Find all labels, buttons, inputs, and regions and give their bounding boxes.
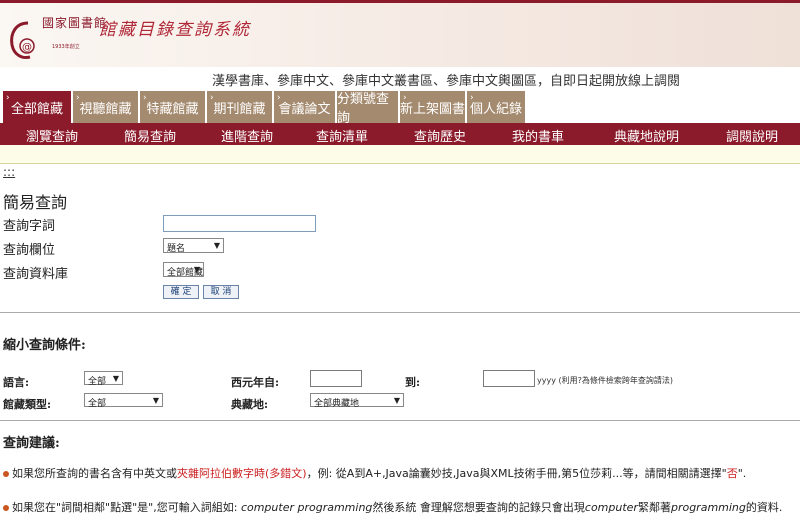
year-to-input[interactable] [483,370,535,387]
year-to-label: 到: [405,376,421,389]
svg-text:@: @ [22,42,32,53]
tip-example: programming [670,501,746,514]
dropdown-arrow-icon: ▼ [393,396,400,405]
tab-label: 特藏館藏 [146,101,199,117]
tab-label: 分類號查詢 [337,92,390,126]
narrow-conditions-title: 縮小查詢條件: [3,338,86,353]
tip-text: 如果您在"詞間相鄰"點選"是",您可輸入詞組如: [12,501,241,514]
tab-marker-icon: › [143,93,147,103]
tip-text: 然後系統 會理解您想要查詢的記錄只會出現 [372,501,585,514]
system-title: 館藏目錄查詢系統 [99,20,251,40]
query-label: 查詢字詞 [3,219,56,234]
tab-marker-icon: › [470,93,474,103]
tab-new-arrivals[interactable]: › 新上架圖書 [400,91,467,123]
tab-audiovisual[interactable]: › 視聽館藏 [73,91,140,123]
tip-text: 的資料. [745,501,783,514]
material-type-select-value: 全部 [88,399,107,409]
tab-marker-icon: › [76,93,80,103]
nav-book-cart[interactable]: 我的書車 [512,126,564,145]
section-divider [0,312,800,313]
collection-tabs: › 全部館藏 › 視聽館藏 › 特藏館藏 › 期刊館藏 › 會議論文 › 分類號查詢 › 新上… [3,91,527,126]
search-tips-title: 查詢建議: [3,436,60,451]
announcement-text: 漢學書庫、參庫中文、參庫中文叢書區、參庫中文輿圖區，自即日起開放線上調閱 [212,74,681,89]
tab-label: 期刊館藏 [213,101,266,117]
query-input[interactable] [163,215,316,232]
field-select[interactable]: 題名 ▼ [163,238,224,254]
year-from-label: 西元年自: [231,376,280,389]
location-select-value: 全部典藏地 [314,399,360,409]
simple-search-title: 簡易查詢 [3,193,68,212]
logo-name: 國家圖書館 [42,16,108,30]
database-label: 查詢資料庫 [3,267,69,282]
accesskey-link[interactable]: ::: [3,165,15,179]
year-format-hint: yyyy (利用?為條件檢索跨年查詢請法) [537,376,673,385]
nav-search-list[interactable]: 查詢清單 [316,126,368,145]
dropdown-arrow-icon: ▼ [152,396,159,405]
tip-text: 如果您所查詢的書名含有中英文或 [12,467,177,480]
material-type-label: 館藏類型: [3,398,52,411]
tab-personal-records[interactable]: › 個人紀錄 [467,91,527,123]
field-label: 查詢欄位 [3,243,56,258]
tip-example: computer [584,501,638,514]
field-select-value: 題名 [167,244,186,254]
tab-marker-icon: › [403,93,407,103]
database-select[interactable]: 全部館藏 ▼ [163,262,204,278]
section-divider [0,420,800,421]
sub-navigation: 瀏覽查詢 簡易查詢 進階查詢 查詢清單 查詢歷史 我的書車 典藏地說明 調閱說明 [0,123,800,145]
tip-text: ". [737,467,747,480]
material-type-select[interactable]: 全部 ▼ [84,393,163,409]
tab-all-collections[interactable]: › 全部館藏 [3,91,73,123]
cancel-button[interactable]: 取 消 [203,285,239,299]
nav-search-history[interactable]: 查詢歷史 [414,126,466,145]
language-select-value: 全部 [88,377,107,387]
tab-periodicals[interactable]: › 期刊館藏 [207,91,274,123]
search-tip-2: 如果您在"詞間相鄰"點選"是",您可輸入詞組如: computer progra… [3,499,782,515]
tab-marker-icon: › [210,93,214,103]
location-label: 典藏地: [231,398,269,411]
dropdown-arrow-icon: ▼ [193,265,200,274]
tab-conference-papers[interactable]: › 會議論文 [274,91,337,123]
nav-browse-search[interactable]: 瀏覽查詢 [26,126,78,145]
bullet-icon [3,505,9,511]
tip-highlight: 否 [726,467,738,480]
tab-label: 視聽館藏 [79,101,132,117]
tab-marker-icon: › [277,93,281,103]
tab-classification[interactable]: › 分類號查詢 [337,91,400,126]
tab-marker-icon: › [340,93,344,103]
dropdown-arrow-icon: ▼ [213,241,220,250]
tip-text: ，例: 從A到A+,Java論囊妙技,Java與XML技術手冊,第5位莎莉...… [306,467,727,480]
nav-simple-search[interactable]: 簡易查詢 [124,126,176,145]
search-tip-1: 如果您所查詢的書名含有中英文或夾雜阿拉伯數字時(多錯文)，例: 從A到A+,Ja… [3,465,746,481]
tab-special[interactable]: › 特藏館藏 [140,91,207,123]
confirm-button[interactable]: 確 定 [163,285,199,299]
nav-location-info[interactable]: 典藏地說明 [614,126,679,145]
site-header: @ 國家圖書館 1933年創立 館藏目錄查詢系統 [0,3,800,67]
info-strip [0,145,800,164]
tab-marker-icon: › [6,93,10,103]
nav-advanced-search[interactable]: 進階查詢 [221,126,273,145]
year-from-input[interactable] [310,370,362,387]
logo-year: 1933年創立 [52,44,80,50]
language-select[interactable]: 全部 ▼ [84,371,123,387]
language-label: 語言: [3,376,30,389]
tab-label: 個人紀錄 [469,101,522,117]
bullet-icon [3,471,9,477]
tip-example: computer programming [240,501,373,514]
tab-label: 全部館藏 [10,101,63,117]
tab-label: 會議論文 [278,101,331,117]
tip-highlight: 夾雜阿拉伯數字時(多錯文) [177,467,307,480]
tab-label: 新上架圖書 [400,101,466,117]
tip-text: 緊鄰著 [637,501,671,514]
location-select[interactable]: 全部典藏地 ▼ [310,393,404,409]
library-logo-icon[interactable]: @ [8,21,42,61]
nav-retrieval-info[interactable]: 調閱說明 [726,126,778,145]
dropdown-arrow-icon: ▼ [112,374,119,383]
